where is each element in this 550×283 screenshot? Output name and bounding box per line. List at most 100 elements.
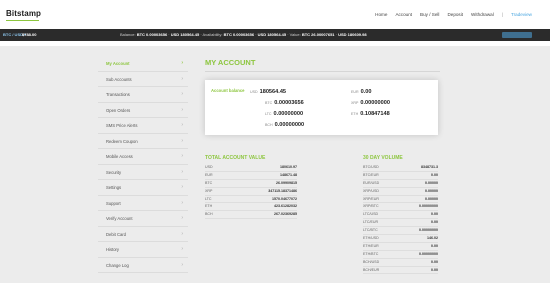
chevron-right-icon: ›: [181, 91, 183, 97]
balance-xrp: XRP 0.00000000: [351, 100, 390, 106]
nav-tradeview[interactable]: Tradeview: [511, 12, 532, 17]
table-row: ETH 423.61282032: [205, 203, 297, 212]
table-row: EUR 148671.48: [205, 172, 297, 180]
chevron-right-icon: ›: [181, 122, 183, 128]
row-key: BTC/EUR: [363, 172, 379, 177]
total-account-value: TOTAL ACCOUNT VALUE USD 180610.97 EUR 14867…: [205, 155, 297, 220]
sidebar-item-label: Mobile Access: [106, 154, 133, 159]
sidebar-item-my-account[interactable]: My Account ›: [98, 56, 188, 72]
total-value-title: TOTAL ACCOUNT VALUE: [205, 155, 266, 161]
row-value: 1570.04677072: [272, 196, 297, 201]
chevron-right-icon: ›: [181, 168, 183, 175]
sidebar-item-sub-accounts[interactable]: Sub Accounts ›: [98, 72, 188, 87]
nav-buy-sell[interactable]: Buy / Sell: [420, 12, 439, 17]
bitstamp-logo[interactable]: Bitstamp: [6, 9, 41, 18]
row-key: EUR: [205, 172, 213, 177]
sidebar-item-mobile-access[interactable]: Mobile Access ›: [98, 149, 188, 165]
table-row: XRP 347115.18371486: [205, 188, 297, 196]
chevron-right-icon: ›: [181, 230, 183, 237]
row-value: 0.00000: [425, 196, 438, 201]
chevron-right-icon: ›: [181, 75, 183, 82]
balance-label: Account balance: [211, 88, 245, 93]
row-key: BCH/EUR: [363, 267, 380, 272]
row-value: 8348731.3: [421, 165, 438, 169]
row-value: 0.00000000: [419, 228, 438, 233]
row-value: 0.00000: [425, 188, 438, 193]
row-key: XRP/USD: [363, 188, 379, 193]
table-row: XRP/EUR 0.00000: [363, 196, 438, 204]
account-balance-card: Account balance USD 180564.45 BTC 0.000036…: [205, 80, 438, 135]
ticker-price: $788.00: [22, 32, 37, 37]
row-key: LTC/USD: [363, 212, 379, 217]
sidebar-item-label: Redeem Coupon: [106, 138, 138, 144]
table-row: ETH/EUR 0.00: [363, 243, 438, 251]
row-value: 0.00: [431, 259, 438, 264]
sidebar-item-label: Debit Card: [106, 231, 127, 237]
row-value: 0.00: [431, 220, 438, 225]
sidebar-item-open-orders[interactable]: Open Orders ›: [98, 103, 188, 118]
balance-usd: USD 180564.45: [250, 89, 287, 95]
sidebar-item-transactions[interactable]: Transactions ›: [98, 87, 188, 103]
chevron-right-icon: ›: [181, 153, 183, 159]
sidebar-item-sms-price-alerts[interactable]: SMS Price Alerts ›: [98, 118, 188, 134]
sidebar-item-label: Open Orders: [106, 107, 131, 113]
chevron-right-icon: ›: [181, 184, 183, 190]
sidebar-item-security[interactable]: Security ›: [98, 165, 188, 180]
row-key: XRP: [205, 188, 213, 193]
chevron-right-icon: ›: [181, 246, 183, 252]
sidebar-item-settings[interactable]: Settings ›: [98, 180, 188, 196]
sidebar-item-change-log[interactable]: Change Log ›: [98, 258, 188, 273]
table-row: LTC 1570.04677072: [205, 196, 297, 204]
row-value: 0.00000000: [419, 204, 438, 209]
table-row: ETH/USD 146.02: [363, 235, 438, 243]
page-title: MY ACCOUNT: [205, 58, 256, 67]
row-key: ETH/BTC: [363, 251, 379, 256]
logo-underline: [6, 20, 39, 21]
row-value: 423.61282032: [274, 204, 297, 209]
balance-eur: EUR 0.00: [351, 89, 372, 95]
balance-ltc: LTC 0.00000000: [265, 111, 304, 117]
nav-deposit[interactable]: Deposit: [447, 12, 463, 17]
table-row: XRP/USD 0.00000: [363, 188, 438, 196]
sidebar-item-verify-account[interactable]: Verify Account ›: [98, 211, 188, 227]
sidebar-item-support[interactable]: Support ›: [98, 196, 188, 211]
row-key: BTC: [205, 180, 213, 185]
nav-home[interactable]: Home: [375, 12, 387, 17]
sidebar-item-debit-card[interactable]: Debit Card ›: [98, 227, 188, 242]
table-row: ETH/BTC 0.00000000: [363, 251, 438, 259]
row-key: XRP/BTC: [363, 204, 379, 209]
row-value: 148671.48: [280, 172, 297, 177]
table-row: XRP/BTC 0.00000000: [363, 203, 438, 212]
balance-bch: BCH 0.00000000: [265, 122, 305, 128]
row-key: BCH: [205, 212, 213, 217]
chevron-right-icon: ›: [181, 137, 183, 144]
table-row: BCH 267.02369285: [205, 211, 297, 220]
chevron-right-icon: ›: [181, 106, 183, 113]
top-nav: Home Account Buy / Sell Deposit Withdraw…: [375, 12, 532, 17]
row-value: 347115.18371486: [268, 188, 297, 193]
table-row: BTC/USD 8348731.3: [363, 164, 438, 172]
row-value: 180610.97: [280, 165, 297, 169]
row-key: BTC/USD: [363, 165, 379, 169]
balance-btc: BTC 0.00003656: [265, 100, 304, 106]
row-key: LTC/EUR: [363, 220, 379, 225]
ticker-action-button[interactable]: [502, 32, 532, 38]
thirty-day-volume: 30 DAY VOLUME BTC/USD 8348731.3 BTC/EUR 0.0…: [363, 155, 438, 275]
sidebar-item-label: Security: [106, 169, 122, 175]
row-value: 0.00: [431, 172, 438, 177]
top-header: Bitstamp Home Account Buy / Sell Deposit…: [0, 0, 550, 26]
sidebar-item-label: SMS Price Alerts: [106, 123, 138, 128]
nav-withdrawal[interactable]: Withdrawal: [471, 12, 494, 17]
title-divider: [205, 71, 440, 72]
sidebar-item-history[interactable]: History ›: [98, 242, 188, 258]
nav-account[interactable]: Account: [395, 12, 412, 17]
table-row: BCH/USD 0.00: [363, 259, 438, 267]
row-key: ETH/EUR: [363, 243, 379, 248]
row-key: USD: [205, 165, 213, 169]
ticker-stats: Balance: BTC 0.00003656 · USD 180564.45 …: [120, 32, 367, 37]
row-value: 267.02369285: [274, 212, 297, 217]
sidebar-item-redeem-coupon[interactable]: Redeem Coupon ›: [98, 134, 188, 149]
table-row: LTC/USD 0.00: [363, 211, 438, 220]
nav-separator: |: [501, 12, 503, 17]
table-row: USD 180610.97: [205, 164, 297, 172]
